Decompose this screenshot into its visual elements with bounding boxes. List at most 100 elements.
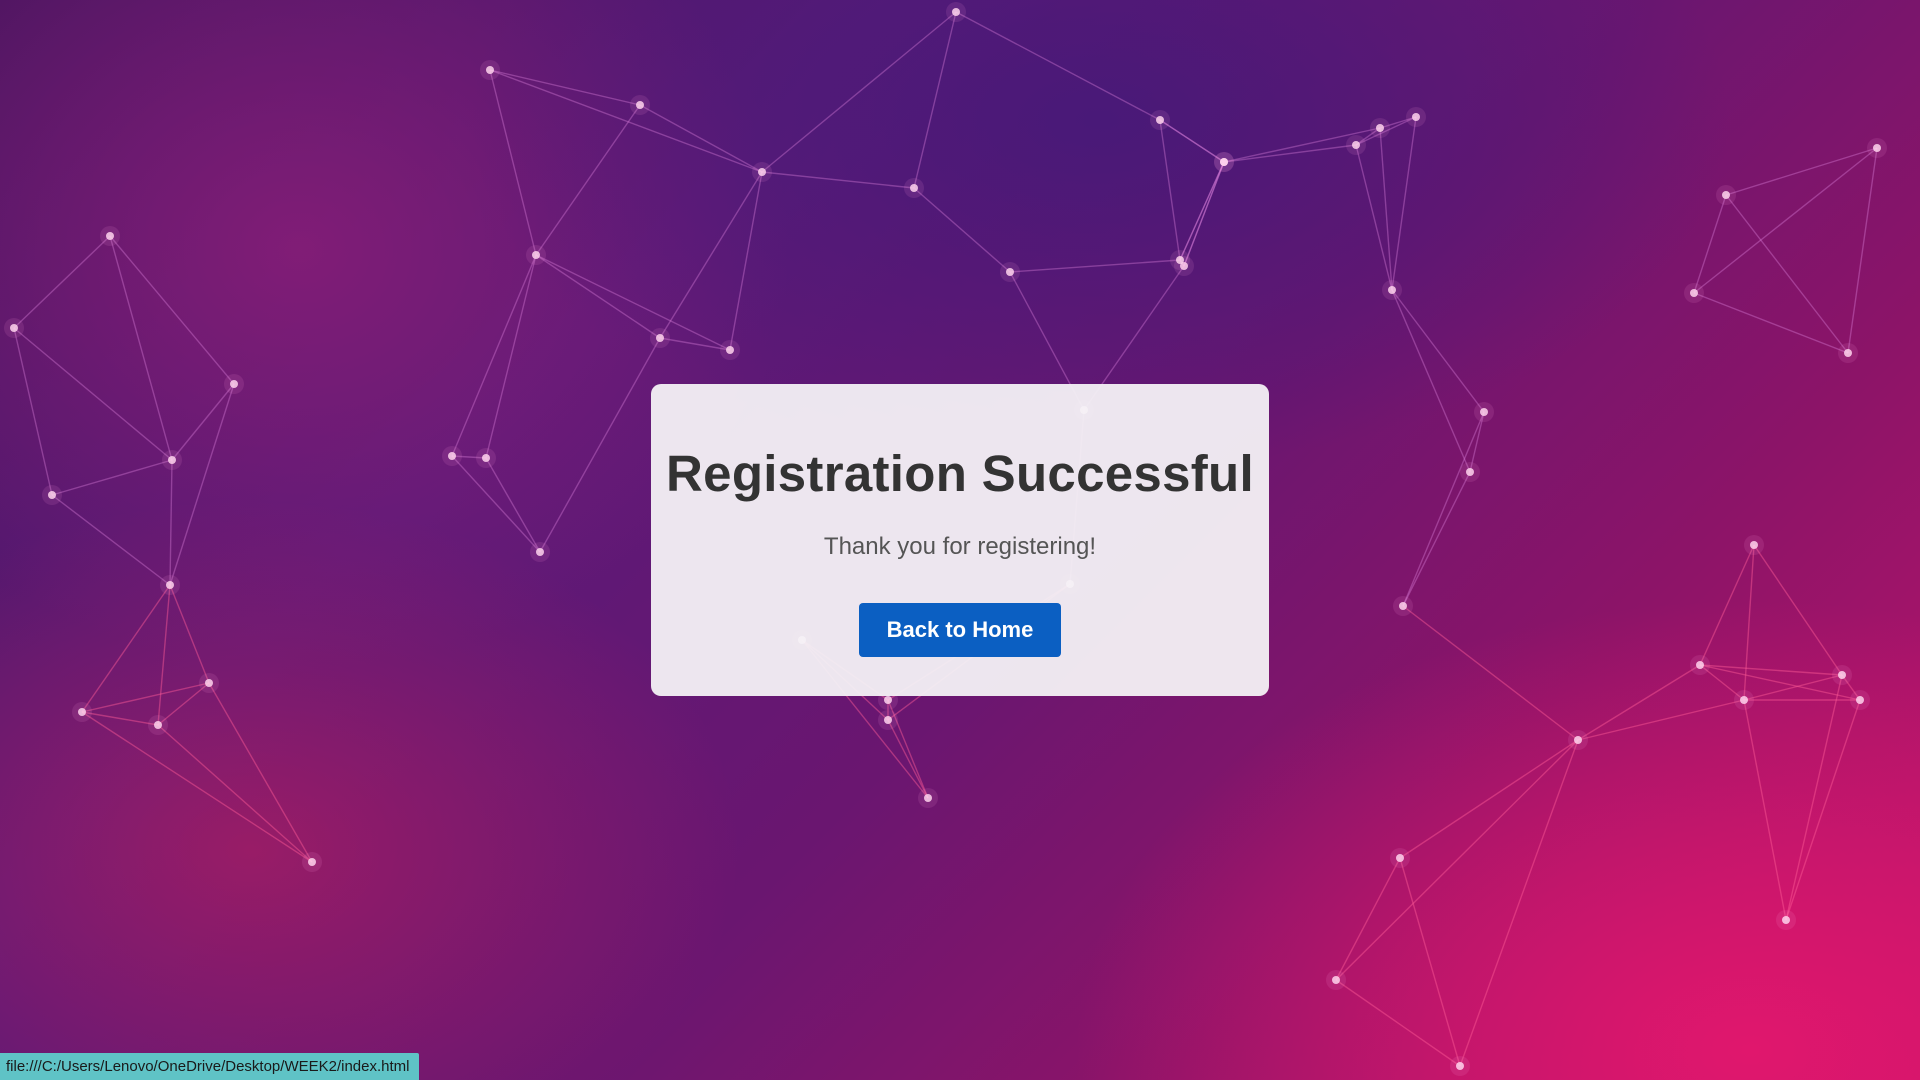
network-node-glow: [199, 673, 219, 693]
network-node-glow: [1776, 910, 1796, 930]
network-line: [13, 327, 53, 496]
network-node-glow: [224, 374, 244, 394]
network-node-glow: [752, 162, 772, 182]
network-line: [1391, 116, 1417, 291]
network-line: [913, 11, 957, 189]
network-node-glow: [1170, 250, 1190, 270]
network-line: [1577, 664, 1701, 741]
network-node-glow: [100, 226, 120, 246]
network-node-glow: [1150, 110, 1170, 130]
network-line: [1399, 739, 1579, 859]
network-line: [485, 457, 541, 553]
network-line: [51, 459, 173, 496]
success-message: Thank you for registering!: [823, 533, 1097, 560]
network-line: [535, 104, 641, 256]
network-line: [489, 69, 641, 106]
network-line: [451, 455, 541, 553]
network-line: [208, 682, 313, 863]
network-line: [1402, 411, 1485, 607]
network-node-glow: [1460, 462, 1480, 482]
network-line: [761, 171, 915, 189]
network-line: [1725, 147, 1878, 196]
network-node-glow: [1838, 343, 1858, 363]
network-line: [1693, 194, 1727, 294]
network-node-glow: [4, 318, 24, 338]
network-node-glow: [918, 788, 938, 808]
network-line: [13, 235, 111, 329]
network-line: [1743, 674, 1843, 701]
network-line: [913, 187, 1011, 273]
network-node-glow: [650, 328, 670, 348]
network-line: [1391, 289, 1471, 473]
network-node-glow: [1474, 402, 1494, 422]
network-line: [1785, 674, 1843, 921]
network-line: [1577, 699, 1745, 741]
network-line: [109, 235, 235, 385]
network-node-glow: [1716, 185, 1736, 205]
network-line: [81, 711, 313, 863]
network-line: [157, 724, 313, 863]
network-node-glow: [72, 702, 92, 722]
network-node-glow: [160, 575, 180, 595]
network-line: [1335, 857, 1401, 981]
network-node-glow: [476, 448, 496, 468]
network-node-glow: [302, 852, 322, 872]
network-line: [169, 459, 173, 586]
network-node-glow: [1568, 730, 1588, 750]
network-line: [659, 337, 731, 351]
network-node-glow: [1850, 690, 1870, 710]
network-line: [1743, 699, 1787, 921]
network-line: [81, 711, 159, 726]
network-line: [1179, 161, 1225, 261]
network-line: [157, 584, 171, 726]
network-node-glow: [1406, 107, 1426, 127]
network-line: [1402, 471, 1471, 607]
network-node-glow: [1832, 665, 1852, 685]
network-node-glow: [1382, 280, 1402, 300]
network-line: [1391, 289, 1485, 413]
status-bar-url: file:///C:/Users/Lenovo/OneDrive/Desktop…: [0, 1053, 419, 1080]
network-node-glow: [1000, 262, 1020, 282]
success-card: Registration Successful Thank you for re…: [651, 384, 1269, 696]
network-node-glow: [480, 60, 500, 80]
page-title: Registration Successful: [666, 445, 1254, 502]
network-node-glow: [1867, 138, 1887, 158]
network-node-glow: [630, 95, 650, 115]
network-node-glow: [878, 710, 898, 730]
network-node-glow: [162, 450, 182, 470]
network-line: [1183, 161, 1225, 267]
network-node-glow: [1326, 970, 1346, 990]
network-line: [639, 104, 763, 173]
network-node-glow: [904, 178, 924, 198]
network-line: [81, 584, 171, 713]
network-node-glow: [1450, 1056, 1470, 1076]
network-line: [535, 254, 661, 339]
network-node-glow: [530, 542, 550, 562]
network-node-glow: [1214, 152, 1234, 172]
network-line: [81, 682, 210, 713]
network-line: [1785, 699, 1861, 921]
network-line: [1459, 739, 1579, 1067]
network-node-glow: [1390, 848, 1410, 868]
network-node-glow: [1734, 690, 1754, 710]
network-line: [887, 719, 929, 799]
network-line: [1159, 119, 1225, 163]
network-line: [761, 11, 957, 173]
network-line: [1402, 605, 1579, 741]
network-line: [1699, 544, 1755, 666]
network-line: [1847, 147, 1878, 354]
network-line: [169, 383, 235, 586]
back-to-home-button[interactable]: Back to Home: [859, 603, 1061, 657]
network-node-glow: [148, 715, 168, 735]
network-line: [1753, 544, 1843, 676]
network-line: [1159, 119, 1181, 261]
network-node-glow: [1684, 283, 1704, 303]
network-node-glow: [1346, 135, 1366, 155]
network-node-glow: [442, 446, 462, 466]
network-line: [51, 494, 171, 586]
network-node-glow: [1690, 655, 1710, 675]
network-line: [489, 69, 763, 173]
network-line: [109, 235, 173, 461]
network-line: [1335, 739, 1579, 981]
network-line: [489, 69, 537, 256]
